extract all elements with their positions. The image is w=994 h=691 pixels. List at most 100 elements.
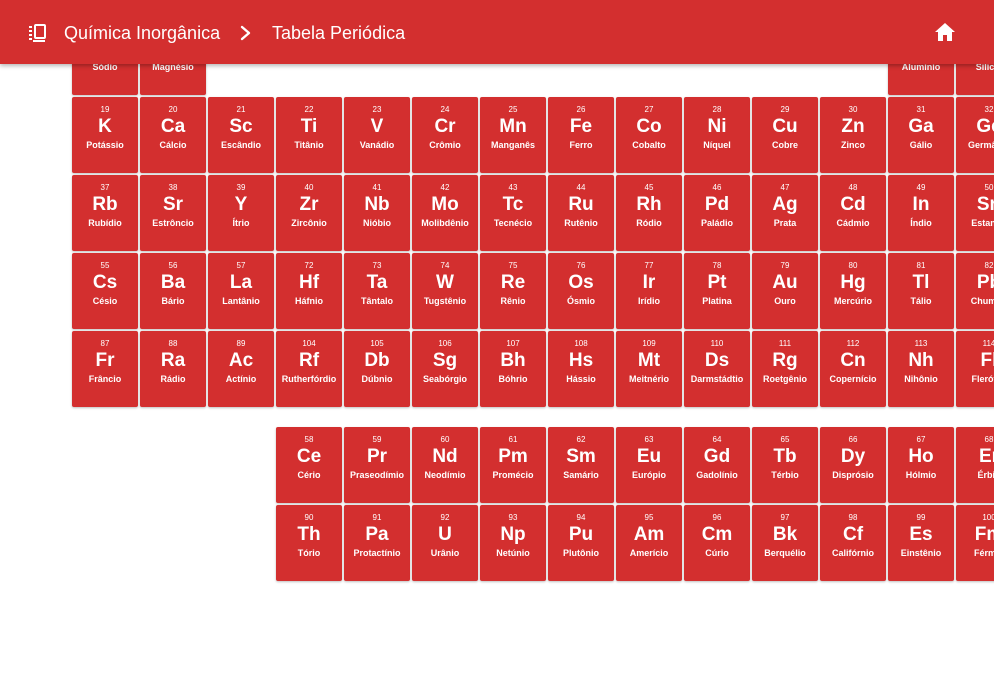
element-cell-nd[interactable]: 60 Nd Neodímio — [412, 427, 478, 503]
element-cell-sn[interactable]: 50 Sn Estanho — [956, 175, 994, 251]
home-icon[interactable] — [930, 18, 960, 46]
atomic-number: 82 — [984, 261, 994, 270]
element-cell-ba[interactable]: 56 Ba Bário — [140, 253, 206, 329]
element-cell-w[interactable]: 74 W Tugstênio — [412, 253, 478, 329]
element-cell-dy[interactable]: 66 Dy Disprósio — [820, 427, 886, 503]
element-cell-k[interactable]: 19 K Potássio — [72, 97, 138, 173]
element-cell-ds[interactable]: 110 Ds Darmstádtio — [684, 331, 750, 407]
element-cell-pt[interactable]: 78 Pt Platina — [684, 253, 750, 329]
atomic-number: 25 — [508, 105, 518, 114]
breadcrumb-quimica-inorganica[interactable]: Química Inorgânica — [64, 22, 220, 44]
element-cell-sm[interactable]: 62 Sm Samário — [548, 427, 614, 503]
element-cell-th[interactable]: 90 Th Tório — [276, 505, 342, 581]
element-cell-rh[interactable]: 45 Rh Ródio — [616, 175, 682, 251]
element-cell-ru[interactable]: 44 Ru Rutênio — [548, 175, 614, 251]
element-name: Neodímio — [424, 470, 466, 480]
element-cell-cd[interactable]: 48 Cd Cádmio — [820, 175, 886, 251]
element-cell-fe[interactable]: 26 Fe Ferro — [548, 97, 614, 173]
element-name: Nihônio — [904, 374, 938, 384]
element-cell-ac[interactable]: 89 Ac Actínio — [208, 331, 274, 407]
element-cell-ho[interactable]: 67 Ho Hólmio — [888, 427, 954, 503]
element-cell-sg[interactable]: 106 Sg Seabórgio — [412, 331, 478, 407]
element-cell-mo[interactable]: 42 Mo Molibdênio — [412, 175, 478, 251]
atomic-number: 98 — [848, 513, 858, 522]
element-cell-cu[interactable]: 29 Cu Cobre — [752, 97, 818, 173]
element-cell-ir[interactable]: 77 Ir Irídio — [616, 253, 682, 329]
atomic-number: 111 — [778, 339, 792, 348]
element-cell-pa[interactable]: 91 Pa Protactínio — [344, 505, 410, 581]
element-cell-re[interactable]: 75 Re Rênio — [480, 253, 546, 329]
element-cell-cr[interactable]: 24 Cr Crômio — [412, 97, 478, 173]
element-cell-fl[interactable]: 114 Fl Fleróvio — [956, 331, 994, 407]
element-cell-zr[interactable]: 40 Zr Zircônio — [276, 175, 342, 251]
element-cell-ge[interactable]: 32 Ge Germânio — [956, 97, 994, 173]
element-cell-v[interactable]: 23 V Vanádio — [344, 97, 410, 173]
element-cell-pu[interactable]: 94 Pu Plutônio — [548, 505, 614, 581]
element-cell-u[interactable]: 92 U Urânio — [412, 505, 478, 581]
element-name: Irídio — [638, 296, 660, 306]
element-cell-sc[interactable]: 21 Sc Escândio — [208, 97, 274, 173]
element-name: Tugstênio — [423, 296, 467, 306]
element-name: Califórnio — [832, 548, 874, 558]
list-book-icon[interactable] — [24, 20, 50, 46]
element-cell-np[interactable]: 93 Np Netúnio — [480, 505, 546, 581]
element-name: Einstênio — [900, 548, 942, 558]
element-cell-mn[interactable]: 25 Mn Manganês — [480, 97, 546, 173]
element-cell-au[interactable]: 79 Au Ouro — [752, 253, 818, 329]
element-cell-am[interactable]: 95 Am Amerício — [616, 505, 682, 581]
element-cell-pr[interactable]: 59 Pr Praseodímio — [344, 427, 410, 503]
element-cell-tb[interactable]: 65 Tb Térbio — [752, 427, 818, 503]
element-cell-ta[interactable]: 73 Ta Tântalo — [344, 253, 410, 329]
element-cell-pm[interactable]: 61 Pm Promécio — [480, 427, 546, 503]
element-cell-rf[interactable]: 104 Rf Rutherfórdio — [276, 331, 342, 407]
element-cell-rg[interactable]: 111 Rg Roetgênio — [752, 331, 818, 407]
element-name: Escândio — [220, 140, 261, 150]
element-cell-co[interactable]: 27 Co Cobalto — [616, 97, 682, 173]
element-cell-hf[interactable]: 72 Hf Háfnio — [276, 253, 342, 329]
element-cell-cs[interactable]: 55 Cs Césio — [72, 253, 138, 329]
element-cell-in[interactable]: 49 In Índio — [888, 175, 954, 251]
element-cell-ca[interactable]: 20 Ca Cálcio — [140, 97, 206, 173]
atomic-number: 60 — [440, 435, 450, 444]
element-cell-ag[interactable]: 47 Ag Prata — [752, 175, 818, 251]
element-cell-hs[interactable]: 108 Hs Hássio — [548, 331, 614, 407]
element-cell-bh[interactable]: 107 Bh Bóhrio — [480, 331, 546, 407]
element-cell-os[interactable]: 76 Os Ósmio — [548, 253, 614, 329]
element-cell-rb[interactable]: 37 Rb Rubídio — [72, 175, 138, 251]
element-name: Manganês — [490, 140, 535, 150]
element-cell-cm[interactable]: 96 Cm Cúrio — [684, 505, 750, 581]
element-cell-gd[interactable]: 64 Gd Gadolínio — [684, 427, 750, 503]
element-cell-ce[interactable]: 58 Ce Cério — [276, 427, 342, 503]
element-name: Férmio — [973, 548, 994, 558]
element-cell-mt[interactable]: 109 Mt Meitnério — [616, 331, 682, 407]
element-cell-es[interactable]: 99 Es Einstênio — [888, 505, 954, 581]
atomic-number: 90 — [304, 513, 314, 522]
element-cell-pb[interactable]: 82 Pb Chumbo — [956, 253, 994, 329]
element-cell-cf[interactable]: 98 Cf Califórnio — [820, 505, 886, 581]
element-cell-pd[interactable]: 46 Pd Paládio — [684, 175, 750, 251]
element-cell-nh[interactable]: 113 Nh Nihônio — [888, 331, 954, 407]
element-name: Actínio — [225, 374, 257, 384]
element-cell-tl[interactable]: 81 Tl Tálio — [888, 253, 954, 329]
element-cell-ti[interactable]: 22 Ti Titânio — [276, 97, 342, 173]
element-cell-ra[interactable]: 88 Ra Rádio — [140, 331, 206, 407]
element-cell-la[interactable]: 57 La Lantânio — [208, 253, 274, 329]
element-cell-hg[interactable]: 80 Hg Mercúrio — [820, 253, 886, 329]
element-cell-cn[interactable]: 112 Cn Copernício — [820, 331, 886, 407]
element-name: Ósmio — [566, 296, 595, 306]
element-cell-fm[interactable]: 100 Fm Férmio — [956, 505, 994, 581]
element-cell-db[interactable]: 105 Db Dúbnio — [344, 331, 410, 407]
element-symbol: Am — [633, 524, 665, 545]
element-name: Netúnio — [496, 548, 530, 558]
element-cell-er[interactable]: 68 Er Érbio — [956, 427, 994, 503]
element-cell-sr[interactable]: 38 Sr Estrôncio — [140, 175, 206, 251]
element-cell-fr[interactable]: 87 Fr Frâncio — [72, 331, 138, 407]
element-cell-nb[interactable]: 41 Nb Nióbio — [344, 175, 410, 251]
element-cell-bk[interactable]: 97 Bk Berquélio — [752, 505, 818, 581]
element-cell-tc[interactable]: 43 Tc Tecnécio — [480, 175, 546, 251]
element-cell-y[interactable]: 39 Y Ítrio — [208, 175, 274, 251]
element-cell-ga[interactable]: 31 Ga Gálio — [888, 97, 954, 173]
element-cell-ni[interactable]: 28 Ni Níquel — [684, 97, 750, 173]
element-cell-eu[interactable]: 63 Eu Európio — [616, 427, 682, 503]
element-cell-zn[interactable]: 30 Zn Zinco — [820, 97, 886, 173]
